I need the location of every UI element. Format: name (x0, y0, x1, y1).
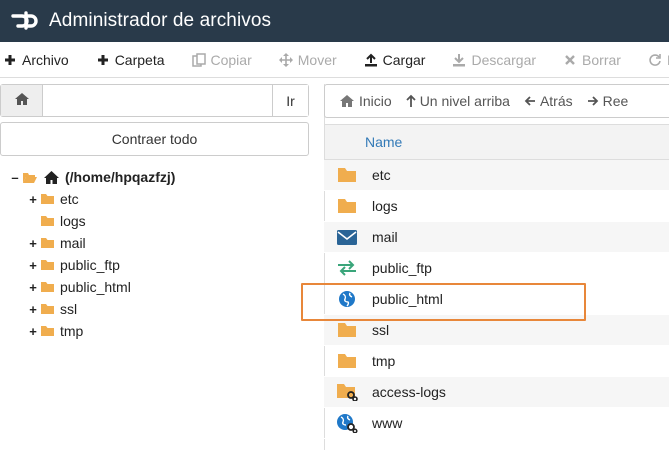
transfer-arrows-icon (336, 260, 358, 276)
collapse-toggle[interactable]: – (10, 170, 20, 185)
folder-icon (40, 281, 55, 293)
file-toolbar: Archivo Carpeta Copiar Mover Cargar Desc… (0, 42, 669, 78)
file-row-ssl[interactable]: ssl (324, 315, 669, 346)
expand-toggle[interactable]: + (28, 258, 38, 273)
file-name: www (372, 415, 403, 431)
cpanel-logo-icon[interactable] (10, 9, 40, 33)
expand-toggle[interactable]: + (28, 236, 38, 251)
list-header: Name (324, 124, 669, 160)
plus-icon (95, 52, 111, 68)
delete-icon (562, 52, 578, 68)
home-nav-button[interactable]: Inicio (339, 93, 392, 109)
tree-item-ssl[interactable]: + ssl (28, 298, 77, 320)
tree-item-mail[interactable]: + mail (28, 232, 86, 254)
file-name: tmp (372, 353, 396, 369)
folder-icon (40, 325, 55, 337)
home-icon (43, 170, 60, 185)
move-icon (278, 52, 294, 68)
folder-icon (40, 193, 55, 205)
plus-icon (2, 52, 18, 68)
tree-item-label: public_html (60, 279, 131, 295)
tree-item-label: ssl (60, 301, 78, 317)
home-icon (14, 92, 30, 109)
file-row-logs[interactable]: logs (324, 191, 669, 222)
forward-reload-button[interactable]: Ree (587, 93, 628, 109)
file-row-public-ftp[interactable]: public_ftp (324, 253, 669, 284)
file-row-public-html[interactable]: public_html (324, 284, 669, 315)
download-button[interactable]: Descargar (451, 52, 536, 68)
collapse-all-button[interactable]: Contraer todo (0, 122, 309, 156)
folder-icon (40, 259, 55, 271)
open-folder-icon (22, 171, 38, 184)
new-folder-button[interactable]: Carpeta (95, 52, 165, 68)
file-row-mail[interactable]: mail (324, 222, 669, 253)
tree-item-label: public_ftp (60, 257, 120, 273)
upload-button[interactable]: Cargar (363, 52, 425, 68)
move-button[interactable]: Mover (278, 52, 337, 68)
folder-icon (40, 237, 55, 249)
globe-link-icon (336, 413, 358, 433)
tree-item-tmp[interactable]: + tmp (28, 320, 83, 342)
level-up-icon (406, 94, 416, 108)
go-button[interactable]: Ir (272, 85, 308, 116)
folder-icon (40, 303, 55, 315)
tree-item-label: logs (60, 213, 86, 229)
path-input[interactable] (43, 85, 272, 116)
tree-root-label: (/home/hpqazfzj) (65, 169, 176, 185)
file-row-access-logs[interactable]: access-logs (324, 377, 669, 408)
tree-item-public-html[interactable]: + public_html (28, 276, 131, 298)
download-icon (451, 52, 467, 68)
file-name: ssl (372, 322, 390, 338)
up-one-level-button[interactable]: Un nivel arriba (406, 93, 510, 109)
folder-icon (336, 198, 358, 214)
tree-item-logs[interactable]: logs (28, 210, 86, 232)
file-name: access-logs (372, 384, 446, 400)
home-button[interactable] (1, 85, 43, 116)
folder-icon (336, 322, 358, 338)
folder-icon (40, 215, 55, 227)
name-column-header[interactable]: Name (365, 134, 402, 150)
restore-button[interactable]: Re (647, 52, 669, 68)
globe-icon (336, 290, 358, 308)
tree-item-label: mail (60, 235, 86, 251)
expand-toggle[interactable]: + (28, 280, 38, 295)
folder-icon (336, 353, 358, 369)
navigation-bar: Inicio Un nivel arriba Atrás Ree (324, 84, 669, 118)
tree-item-public-ftp[interactable]: + public_ftp (28, 254, 120, 276)
new-file-button[interactable]: Archivo (2, 52, 69, 68)
copy-icon (191, 52, 207, 68)
file-row-tmp[interactable]: tmp (324, 346, 669, 377)
upload-icon (363, 52, 379, 68)
arrow-left-icon (524, 95, 536, 107)
expand-toggle[interactable]: + (28, 324, 38, 339)
back-button[interactable]: Atrás (524, 93, 573, 109)
path-bar: Ir (0, 84, 309, 117)
home-icon (339, 94, 355, 108)
file-row-www[interactable]: www (324, 408, 669, 439)
title-bar: Administrador de archivos (0, 0, 669, 42)
file-name: public_ftp (372, 260, 432, 276)
arrow-right-icon (587, 95, 599, 107)
tree-item-etc[interactable]: + etc (28, 188, 79, 210)
file-name: mail (372, 229, 398, 245)
app-title: Administrador de archivos (49, 10, 272, 31)
tree-item-label: etc (60, 191, 79, 207)
delete-button[interactable]: Borrar (562, 52, 621, 68)
copy-button[interactable]: Copiar (191, 52, 252, 68)
folder-icon (336, 167, 358, 183)
file-name: public_html (372, 291, 443, 307)
tree-root[interactable]: – (/home/hpqazfzj) (10, 166, 175, 188)
file-row-etc[interactable]: etc (324, 160, 669, 191)
file-name: logs (372, 198, 398, 214)
mail-envelope-icon (336, 229, 358, 245)
expand-toggle[interactable]: + (28, 192, 38, 207)
restore-icon (647, 52, 663, 68)
expand-toggle[interactable]: + (28, 302, 38, 317)
file-name: etc (372, 167, 391, 183)
folder-link-icon (336, 383, 358, 401)
tree-item-label: tmp (60, 323, 84, 339)
